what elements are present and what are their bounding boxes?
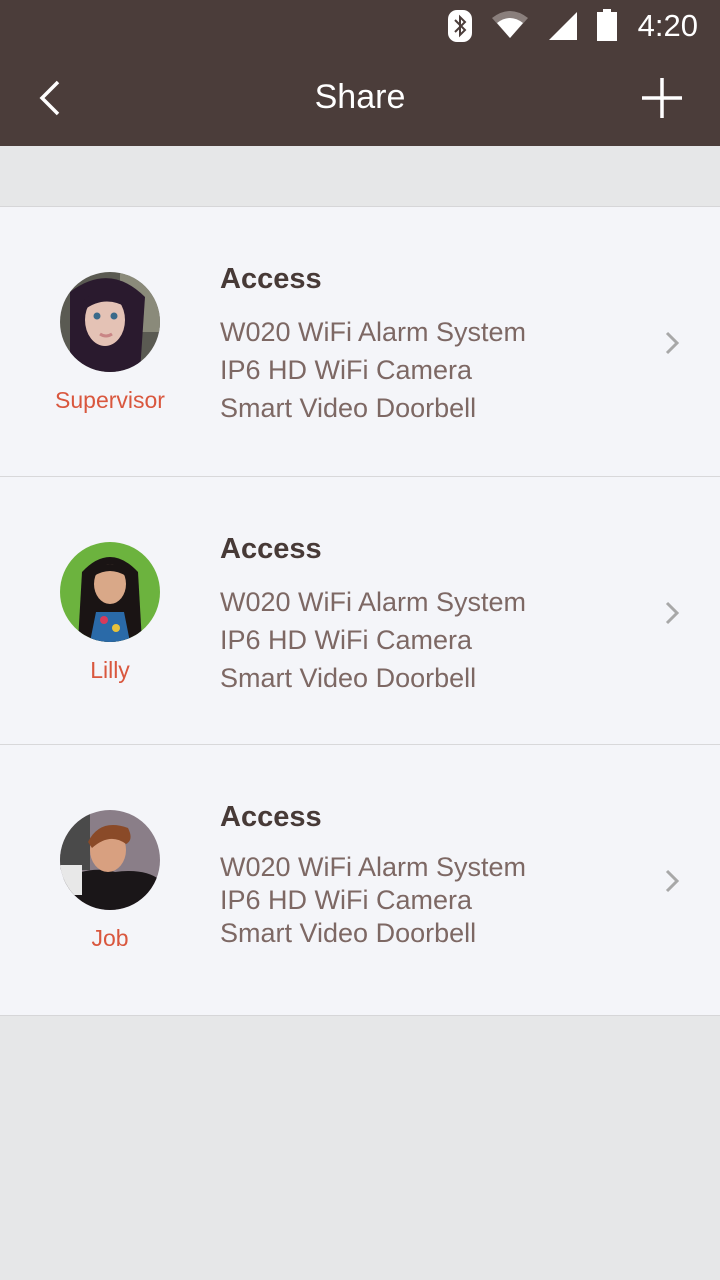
app-bar: Share bbox=[0, 50, 720, 146]
device-name: W020 WiFi Alarm System bbox=[220, 852, 527, 882]
avatar bbox=[60, 272, 160, 372]
cell-signal-icon bbox=[549, 12, 577, 40]
avatar bbox=[60, 810, 160, 910]
role-label: Lilly bbox=[90, 657, 130, 683]
device-name: IP6 HD WiFi Camera bbox=[220, 355, 473, 385]
share-list: Supervisor Access W020 WiFi Alarm System… bbox=[0, 206, 720, 1016]
device-name: W020 WiFi Alarm System bbox=[220, 317, 527, 347]
chevron-right-icon bbox=[665, 331, 680, 355]
page-title: Share bbox=[314, 78, 406, 116]
device-list: W020 WiFi Alarm System IP6 HD WiFi Camer… bbox=[220, 851, 526, 950]
device-name: IP6 HD WiFi Camera bbox=[220, 885, 473, 915]
device-name: Smart Video Doorbell bbox=[220, 393, 477, 423]
battery-icon bbox=[597, 9, 617, 41]
role-label: Job bbox=[91, 925, 129, 951]
add-share-button[interactable] bbox=[636, 72, 688, 124]
share-item-lilly[interactable]: Lilly Access W020 WiFi Alarm System IP6 … bbox=[0, 477, 720, 745]
wifi-icon bbox=[492, 11, 528, 38]
share-item-supervisor[interactable]: Supervisor Access W020 WiFi Alarm System… bbox=[0, 207, 720, 477]
avatar bbox=[60, 542, 160, 642]
chevron-right-icon bbox=[665, 601, 680, 625]
bluetooth-icon bbox=[448, 10, 472, 42]
access-title: Access bbox=[220, 801, 322, 833]
clock: 4:20 bbox=[637, 8, 698, 43]
device-name: Smart Video Doorbell bbox=[220, 918, 477, 948]
access-title: Access bbox=[220, 533, 322, 565]
device-name: W020 WiFi Alarm System bbox=[220, 587, 527, 617]
top-spacer bbox=[0, 146, 720, 206]
device-list: W020 WiFi Alarm System IP6 HD WiFi Camer… bbox=[220, 583, 526, 697]
chevron-right-icon bbox=[665, 869, 680, 893]
access-title: Access bbox=[220, 263, 322, 295]
device-list: W020 WiFi Alarm System IP6 HD WiFi Camer… bbox=[220, 313, 526, 427]
device-name: Smart Video Doorbell bbox=[220, 663, 477, 693]
role-label: Supervisor bbox=[55, 387, 165, 413]
share-item-job[interactable]: Job Access W020 WiFi Alarm System IP6 HD… bbox=[0, 745, 720, 1015]
device-name: IP6 HD WiFi Camera bbox=[220, 625, 473, 655]
status-bar: 4:20 bbox=[0, 0, 720, 50]
